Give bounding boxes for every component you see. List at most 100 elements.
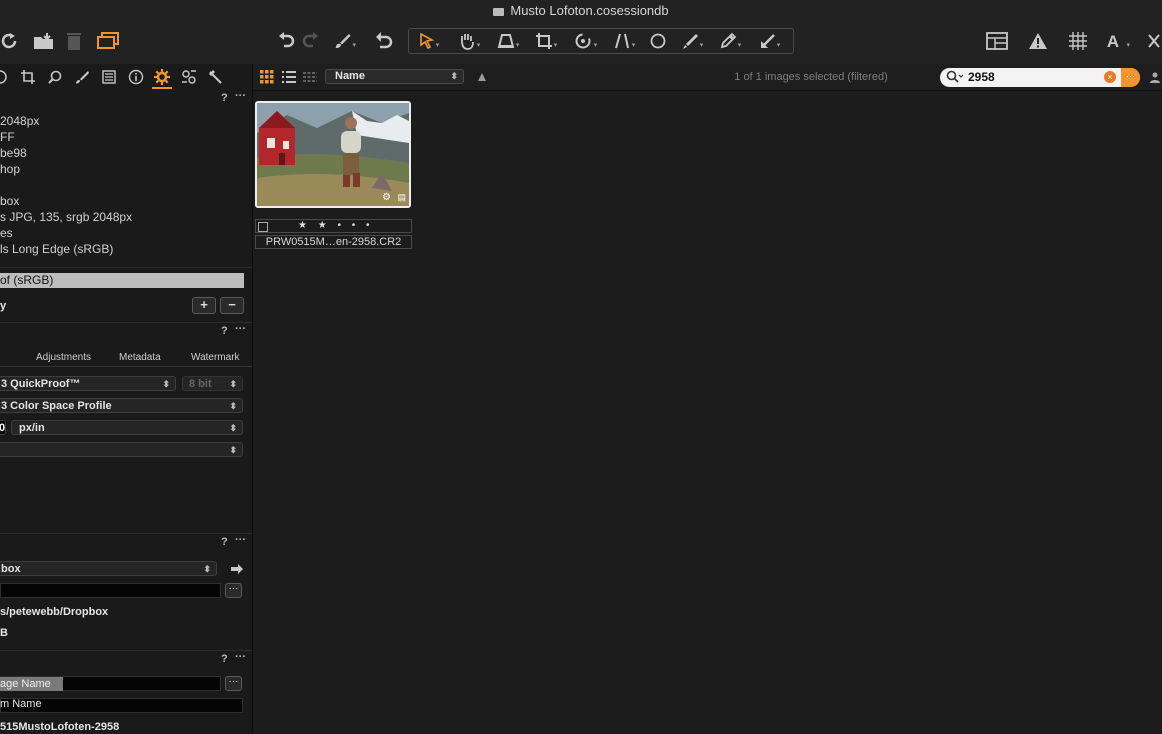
filmstrip-view-icon[interactable] — [302, 69, 318, 85]
document-icon — [493, 7, 505, 16]
warning-icon[interactable] — [1027, 28, 1049, 54]
divider — [0, 650, 252, 651]
help-button[interactable]: ? — [221, 325, 228, 337]
divider — [0, 366, 252, 367]
add-recipe-button[interactable]: + — [192, 297, 216, 314]
search-tab-icon[interactable] — [46, 68, 64, 86]
pan-hand-icon[interactable]: ▾ — [455, 28, 483, 54]
output-tab-gear-icon[interactable] — [153, 68, 171, 86]
location-select[interactable]: box ⬍ — [0, 561, 217, 576]
image-thumbnail[interactable]: ⚙ ▤ — [255, 101, 411, 208]
spot-circle-icon[interactable] — [648, 28, 668, 54]
adjustments-badge-icon: ⚙ — [382, 192, 391, 203]
browse-button[interactable]: ··· — [225, 583, 242, 598]
tab-metadata[interactable]: Metadata — [119, 352, 161, 363]
more-options-button[interactable]: ··· — [235, 534, 246, 546]
batch-tab-icon[interactable] — [180, 68, 198, 86]
keystone-icon[interactable]: ▾ — [494, 28, 522, 54]
crop-icon[interactable]: ▾ — [532, 28, 560, 54]
thumbnail-info-bar: ★ ★ • • • — [255, 219, 412, 233]
more-options-button[interactable]: ··· — [235, 90, 246, 102]
star-rating[interactable]: ★ ★ • • • — [298, 220, 374, 231]
trash-icon[interactable] — [65, 28, 83, 54]
job-name-value: m Name — [0, 698, 42, 710]
active-tab-indicator — [152, 87, 172, 89]
search-input-value: 2958 — [968, 70, 995, 84]
search-icon[interactable] — [946, 70, 964, 87]
help-button[interactable]: ? — [221, 92, 228, 104]
svg-text:A: A — [1107, 32, 1119, 51]
remove-recipe-button[interactable]: − — [220, 297, 244, 314]
more-options-button[interactable]: ··· — [235, 323, 246, 335]
sort-select[interactable]: Name ⬍ — [325, 69, 464, 84]
resolution-unit-select[interactable]: px/in ⬍ — [11, 420, 243, 435]
chevron-updown-icon: ⬍ — [229, 401, 237, 411]
chevron-updown-icon: ⬍ — [229, 445, 237, 455]
divider — [0, 322, 252, 323]
crop-tab-icon[interactable] — [19, 68, 37, 86]
thumbnail-filename: PRW0515M…en-2958.CR2 — [255, 235, 412, 249]
tools-tab-icon[interactable] — [207, 68, 225, 86]
chevron-updown-icon: ⬍ — [162, 379, 170, 389]
text-icon[interactable]: A ▾ — [1106, 28, 1130, 54]
info-tab-icon[interactable] — [127, 68, 145, 86]
straighten-icon[interactable]: ▾ — [610, 28, 638, 54]
grid-icon[interactable] — [1067, 28, 1089, 54]
info-line: hop — [0, 162, 21, 176]
pen-icon[interactable]: ▾ — [678, 28, 706, 54]
multi-view-icon[interactable] — [96, 28, 120, 54]
library-tab-icon[interactable] — [0, 68, 12, 86]
window-title: Musto Lofoton.cosessiondb — [0, 3, 1162, 18]
info-line: es — [0, 226, 13, 240]
brush-icon[interactable]: ▾ — [334, 28, 356, 54]
tab-watermark[interactable]: Watermark — [191, 352, 240, 363]
divider — [0, 267, 252, 268]
layout-icon[interactable] — [986, 28, 1008, 54]
grid-view-icon[interactable] — [259, 69, 275, 85]
free-space-label: B — [0, 627, 8, 639]
show-location-arrow-icon[interactable] — [229, 561, 245, 576]
chevron-updown-icon: ⬍ — [450, 71, 458, 81]
thumbnail-photo — [257, 103, 409, 206]
list-view-icon[interactable] — [281, 69, 297, 85]
undo-icon[interactable] — [276, 28, 296, 54]
info-line: FF — [0, 130, 15, 144]
search-field[interactable]: 2958 × ··· — [940, 68, 1140, 87]
naming-tokens-button[interactable]: ··· — [225, 676, 242, 691]
color-picker-icon[interactable]: ▾ — [716, 28, 744, 54]
reset-icon[interactable] — [374, 28, 394, 54]
expand-icon[interactable] — [1146, 28, 1162, 54]
selected-recipe-row[interactable]: of (sRGB) — [0, 273, 244, 288]
info-line: ls Long Edge (sRGB) — [0, 242, 114, 256]
details-tab-icon[interactable] — [100, 68, 118, 86]
subfolder-field[interactable] — [0, 583, 221, 598]
annotate-icon[interactable]: ▾ — [755, 28, 783, 54]
format-select[interactable]: 3 QuickProof™ ⬍ — [0, 376, 176, 391]
scale-select[interactable]: ⬍ — [0, 442, 243, 457]
adjust-tab-icon[interactable] — [73, 68, 91, 86]
chevron-updown-icon: ⬍ — [229, 379, 237, 389]
chevron-updown-icon: ⬍ — [229, 423, 237, 433]
rotate-tool-icon[interactable]: ▾ — [570, 28, 600, 54]
import-folder-icon[interactable] — [33, 28, 55, 54]
select-cursor-icon[interactable]: ▾ — [416, 28, 442, 54]
help-button[interactable]: ? — [221, 653, 228, 665]
bit-depth-select[interactable]: 8 bit ⬍ — [182, 376, 243, 391]
divider — [0, 533, 252, 534]
naming-sample: 515MustoLofoten-2958 — [0, 721, 120, 733]
user-icon[interactable] — [1148, 69, 1162, 85]
rotate-icon[interactable] — [0, 28, 20, 54]
more-options-button[interactable]: ··· — [235, 651, 246, 663]
filter-options-button[interactable]: ··· — [1121, 68, 1140, 87]
image-name-token[interactable]: age Name — [0, 677, 63, 691]
resolution-field[interactable]: 0 — [0, 420, 6, 435]
help-button[interactable]: ? — [221, 536, 228, 548]
redo-icon[interactable] — [301, 28, 321, 54]
clear-search-icon[interactable]: × — [1104, 71, 1116, 83]
thumbnail-checkbox[interactable] — [258, 222, 268, 232]
tab-adjustments[interactable]: Adjustments — [36, 352, 91, 363]
profile-select[interactable]: 3 Color Space Profile ⬍ — [0, 398, 243, 413]
selection-status: 1 of 1 images selected (filtered) — [734, 71, 888, 83]
sort-direction-icon[interactable] — [475, 69, 489, 85]
tool-tab-strip — [0, 66, 252, 89]
